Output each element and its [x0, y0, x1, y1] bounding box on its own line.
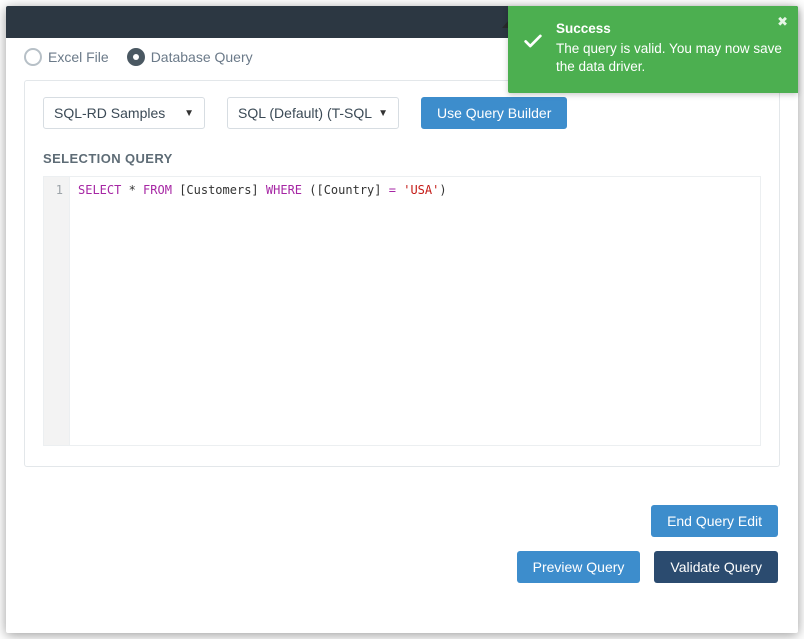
token-text: )	[439, 183, 446, 197]
token-string: 'USA'	[403, 183, 439, 197]
success-toast: Success The query is valid. You may now …	[508, 6, 798, 93]
toast-message: The query is valid. You may now save the…	[556, 40, 784, 76]
token-keyword: FROM	[143, 183, 172, 197]
preview-query-button[interactable]: Preview Query	[517, 551, 641, 583]
footer-button-area: End Query Edit Preview Query Validate Qu…	[24, 505, 780, 583]
radio-option-database[interactable]: Database Query	[127, 48, 253, 66]
footer-bottom-row: Preview Query Validate Query	[517, 551, 778, 583]
radio-label: Database Query	[151, 49, 253, 65]
validate-query-button[interactable]: Validate Query	[654, 551, 778, 583]
dropdown-value: SQL (Default) (T-SQL)	[238, 105, 372, 121]
toast-body: Success The query is valid. You may now …	[556, 20, 784, 77]
line-number: 1	[44, 183, 63, 197]
toast-title: Success	[556, 20, 784, 38]
content-area: Excel File Database Query SQL-RD Samples…	[6, 38, 798, 583]
query-toolbar: SQL-RD Samples ▼ SQL (Default) (T-SQL) ▼…	[43, 97, 761, 129]
chevron-down-icon: ▼	[184, 108, 194, 119]
dropdown-value: SQL-RD Samples	[54, 105, 165, 121]
editor-gutter: 1	[44, 177, 70, 445]
end-query-edit-button[interactable]: End Query Edit	[651, 505, 778, 537]
token-keyword: WHERE	[266, 183, 302, 197]
sql-editor[interactable]: 1 SELECT * FROM [Customers] WHERE ([Coun…	[43, 176, 761, 446]
editor-code[interactable]: SELECT * FROM [Customers] WHERE ([Countr…	[70, 177, 455, 445]
use-query-builder-button[interactable]: Use Query Builder	[421, 97, 567, 129]
token-keyword: SELECT	[78, 183, 121, 197]
toast-close-button[interactable]: ✖	[777, 14, 788, 30]
query-panel: SQL-RD Samples ▼ SQL (Default) (T-SQL) ▼…	[24, 80, 780, 467]
token-text: (	[302, 183, 316, 197]
token-text	[259, 183, 266, 197]
token-text: *	[121, 183, 143, 197]
datasource-select[interactable]: SQL-RD Samples ▼	[43, 97, 205, 129]
token-text	[382, 183, 389, 197]
radio-icon	[24, 48, 42, 66]
token-operator: =	[389, 183, 396, 197]
chevron-down-icon: ▼	[378, 108, 388, 119]
section-title: SELECTION QUERY	[43, 151, 761, 166]
app-frame: Excel File Database Query SQL-RD Samples…	[6, 6, 798, 633]
radio-option-excel[interactable]: Excel File	[24, 48, 109, 66]
check-icon	[522, 30, 544, 52]
radio-icon-checked	[127, 48, 145, 66]
token-identifier: [Customers]	[179, 183, 258, 197]
dialect-select[interactable]: SQL (Default) (T-SQL) ▼	[227, 97, 399, 129]
token-identifier: [Country]	[316, 183, 381, 197]
radio-label: Excel File	[48, 49, 109, 65]
